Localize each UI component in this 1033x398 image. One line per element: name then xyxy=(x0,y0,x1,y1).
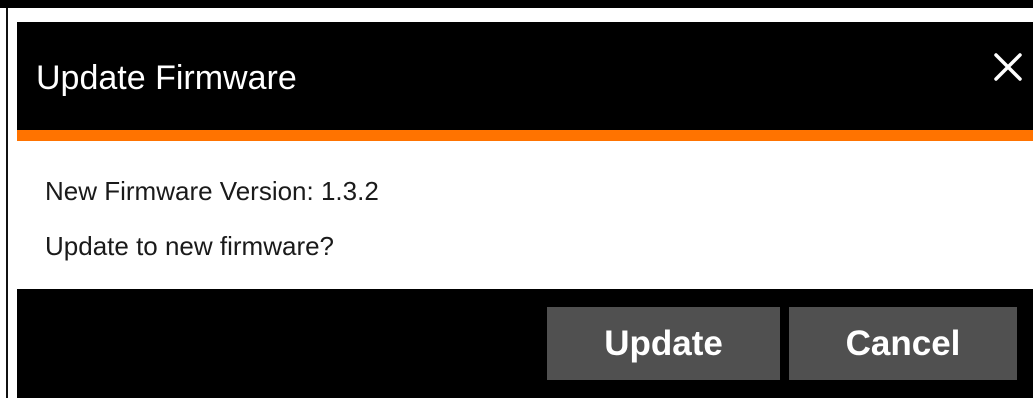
cancel-button[interactable]: Cancel xyxy=(789,307,1017,380)
dialog-footer: Update Cancel xyxy=(17,289,1033,398)
header-accent-bar xyxy=(17,130,1033,141)
dialog-title: Update Firmware xyxy=(36,59,297,97)
update-firmware-dialog: Update Firmware New Firmware Version: 1.… xyxy=(17,22,1033,398)
dialog-body: New Firmware Version: 1.3.2 Update to ne… xyxy=(17,141,1033,289)
update-question-text: Update to new firmware? xyxy=(45,231,335,261)
update-button[interactable]: Update xyxy=(547,307,780,380)
background-window-edge xyxy=(0,0,1033,8)
close-icon xyxy=(994,53,1022,81)
close-button[interactable] xyxy=(989,48,1027,86)
background-window-border xyxy=(6,8,8,398)
firmware-version-text: New Firmware Version: 1.3.2 xyxy=(45,176,379,206)
dialog-header: Update Firmware xyxy=(17,22,1033,130)
